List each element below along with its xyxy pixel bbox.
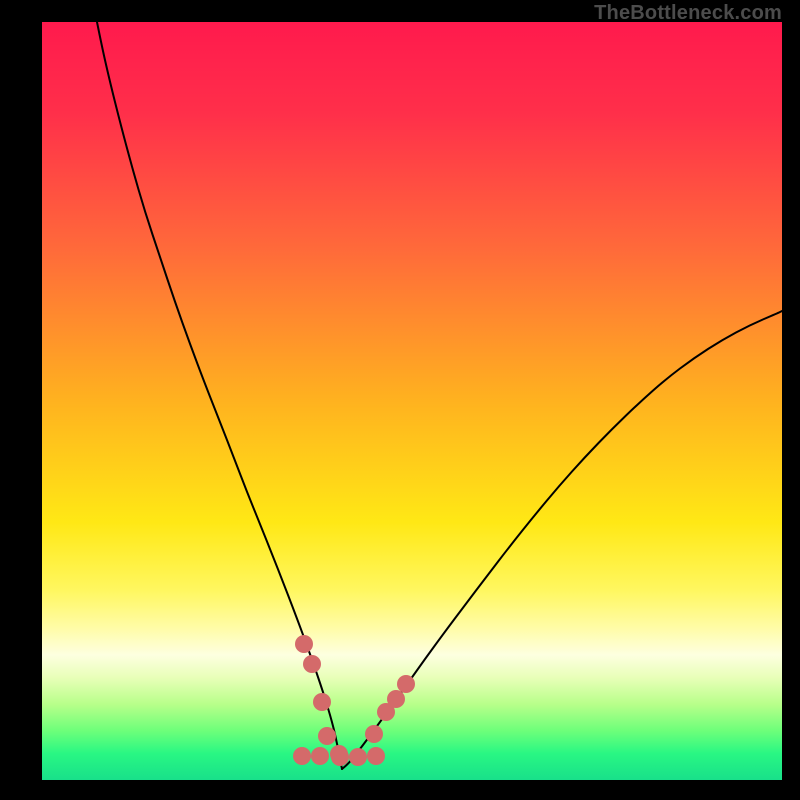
gradient-background: [42, 22, 782, 780]
valley-dot: [311, 747, 329, 765]
valley-dot: [313, 693, 331, 711]
valley-dot: [367, 747, 385, 765]
valley-dot: [365, 725, 383, 743]
valley-dot: [387, 690, 405, 708]
valley-dot: [397, 675, 415, 693]
valley-dot: [295, 635, 313, 653]
chart-frame: TheBottleneck.com: [0, 0, 800, 800]
valley-dot: [349, 748, 367, 766]
bottleneck-chart: [42, 22, 782, 780]
valley-dot: [303, 655, 321, 673]
valley-dot: [318, 727, 336, 745]
valley-dot: [331, 748, 349, 766]
plot-area: [42, 22, 782, 780]
valley-dot: [293, 747, 311, 765]
